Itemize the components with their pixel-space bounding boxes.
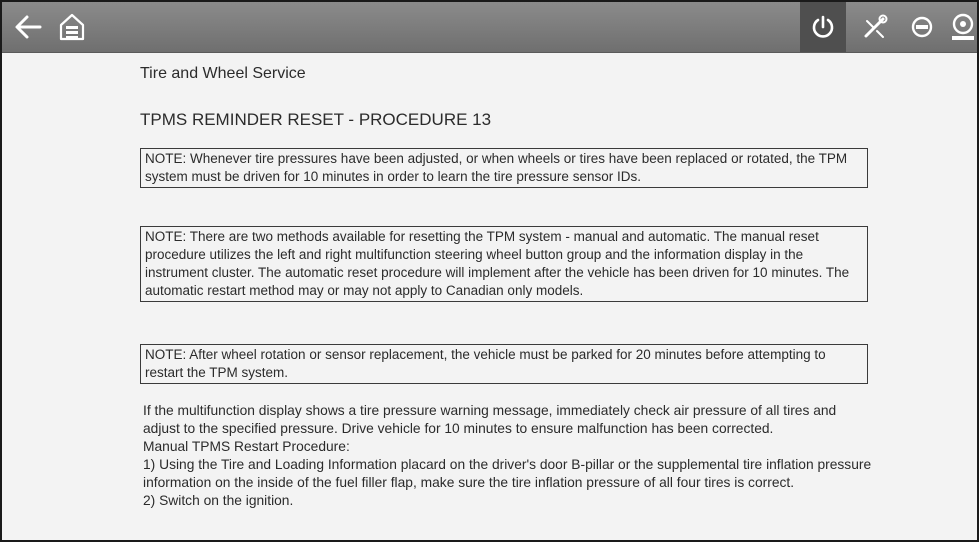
procedure-body: If the multifunction display shows a tir… (143, 402, 873, 510)
paragraph: Manual TPMS Restart Procedure: (143, 439, 350, 454)
paragraph: If the multifunction display shows a tir… (143, 403, 837, 436)
home-icon (59, 13, 85, 41)
paragraph: 2) Switch on the ignition. (143, 493, 294, 508)
note-box: NOTE: Whenever tire pressures have been … (140, 148, 868, 188)
steering-wheel-button[interactable] (946, 2, 977, 52)
gauge-icon (911, 16, 933, 38)
home-button[interactable] (52, 2, 92, 52)
gauge-button[interactable] (900, 2, 944, 52)
power-icon (812, 15, 834, 38)
power-button[interactable] (800, 2, 846, 52)
toolbar (2, 2, 977, 53)
back-button[interactable] (6, 2, 50, 52)
steering-wheel-icon (952, 13, 974, 40)
note-box: NOTE: After wheel rotation or sensor rep… (140, 344, 868, 384)
procedure-content: Tire and Wheel Service TPMS REMINDER RES… (2, 53, 977, 540)
tool-button[interactable] (852, 2, 898, 52)
section-title: Tire and Wheel Service (140, 65, 306, 82)
note-box: NOTE: There are two methods available fo… (140, 226, 868, 302)
back-arrow-icon (15, 15, 42, 39)
tool-icon (864, 14, 888, 38)
app-window: Tire and Wheel Service TPMS REMINDER RES… (0, 0, 979, 542)
procedure-title: TPMS REMINDER RESET - PROCEDURE 13 (140, 110, 492, 129)
paragraph: 1) Using the Tire and Loading Informatio… (143, 457, 872, 490)
